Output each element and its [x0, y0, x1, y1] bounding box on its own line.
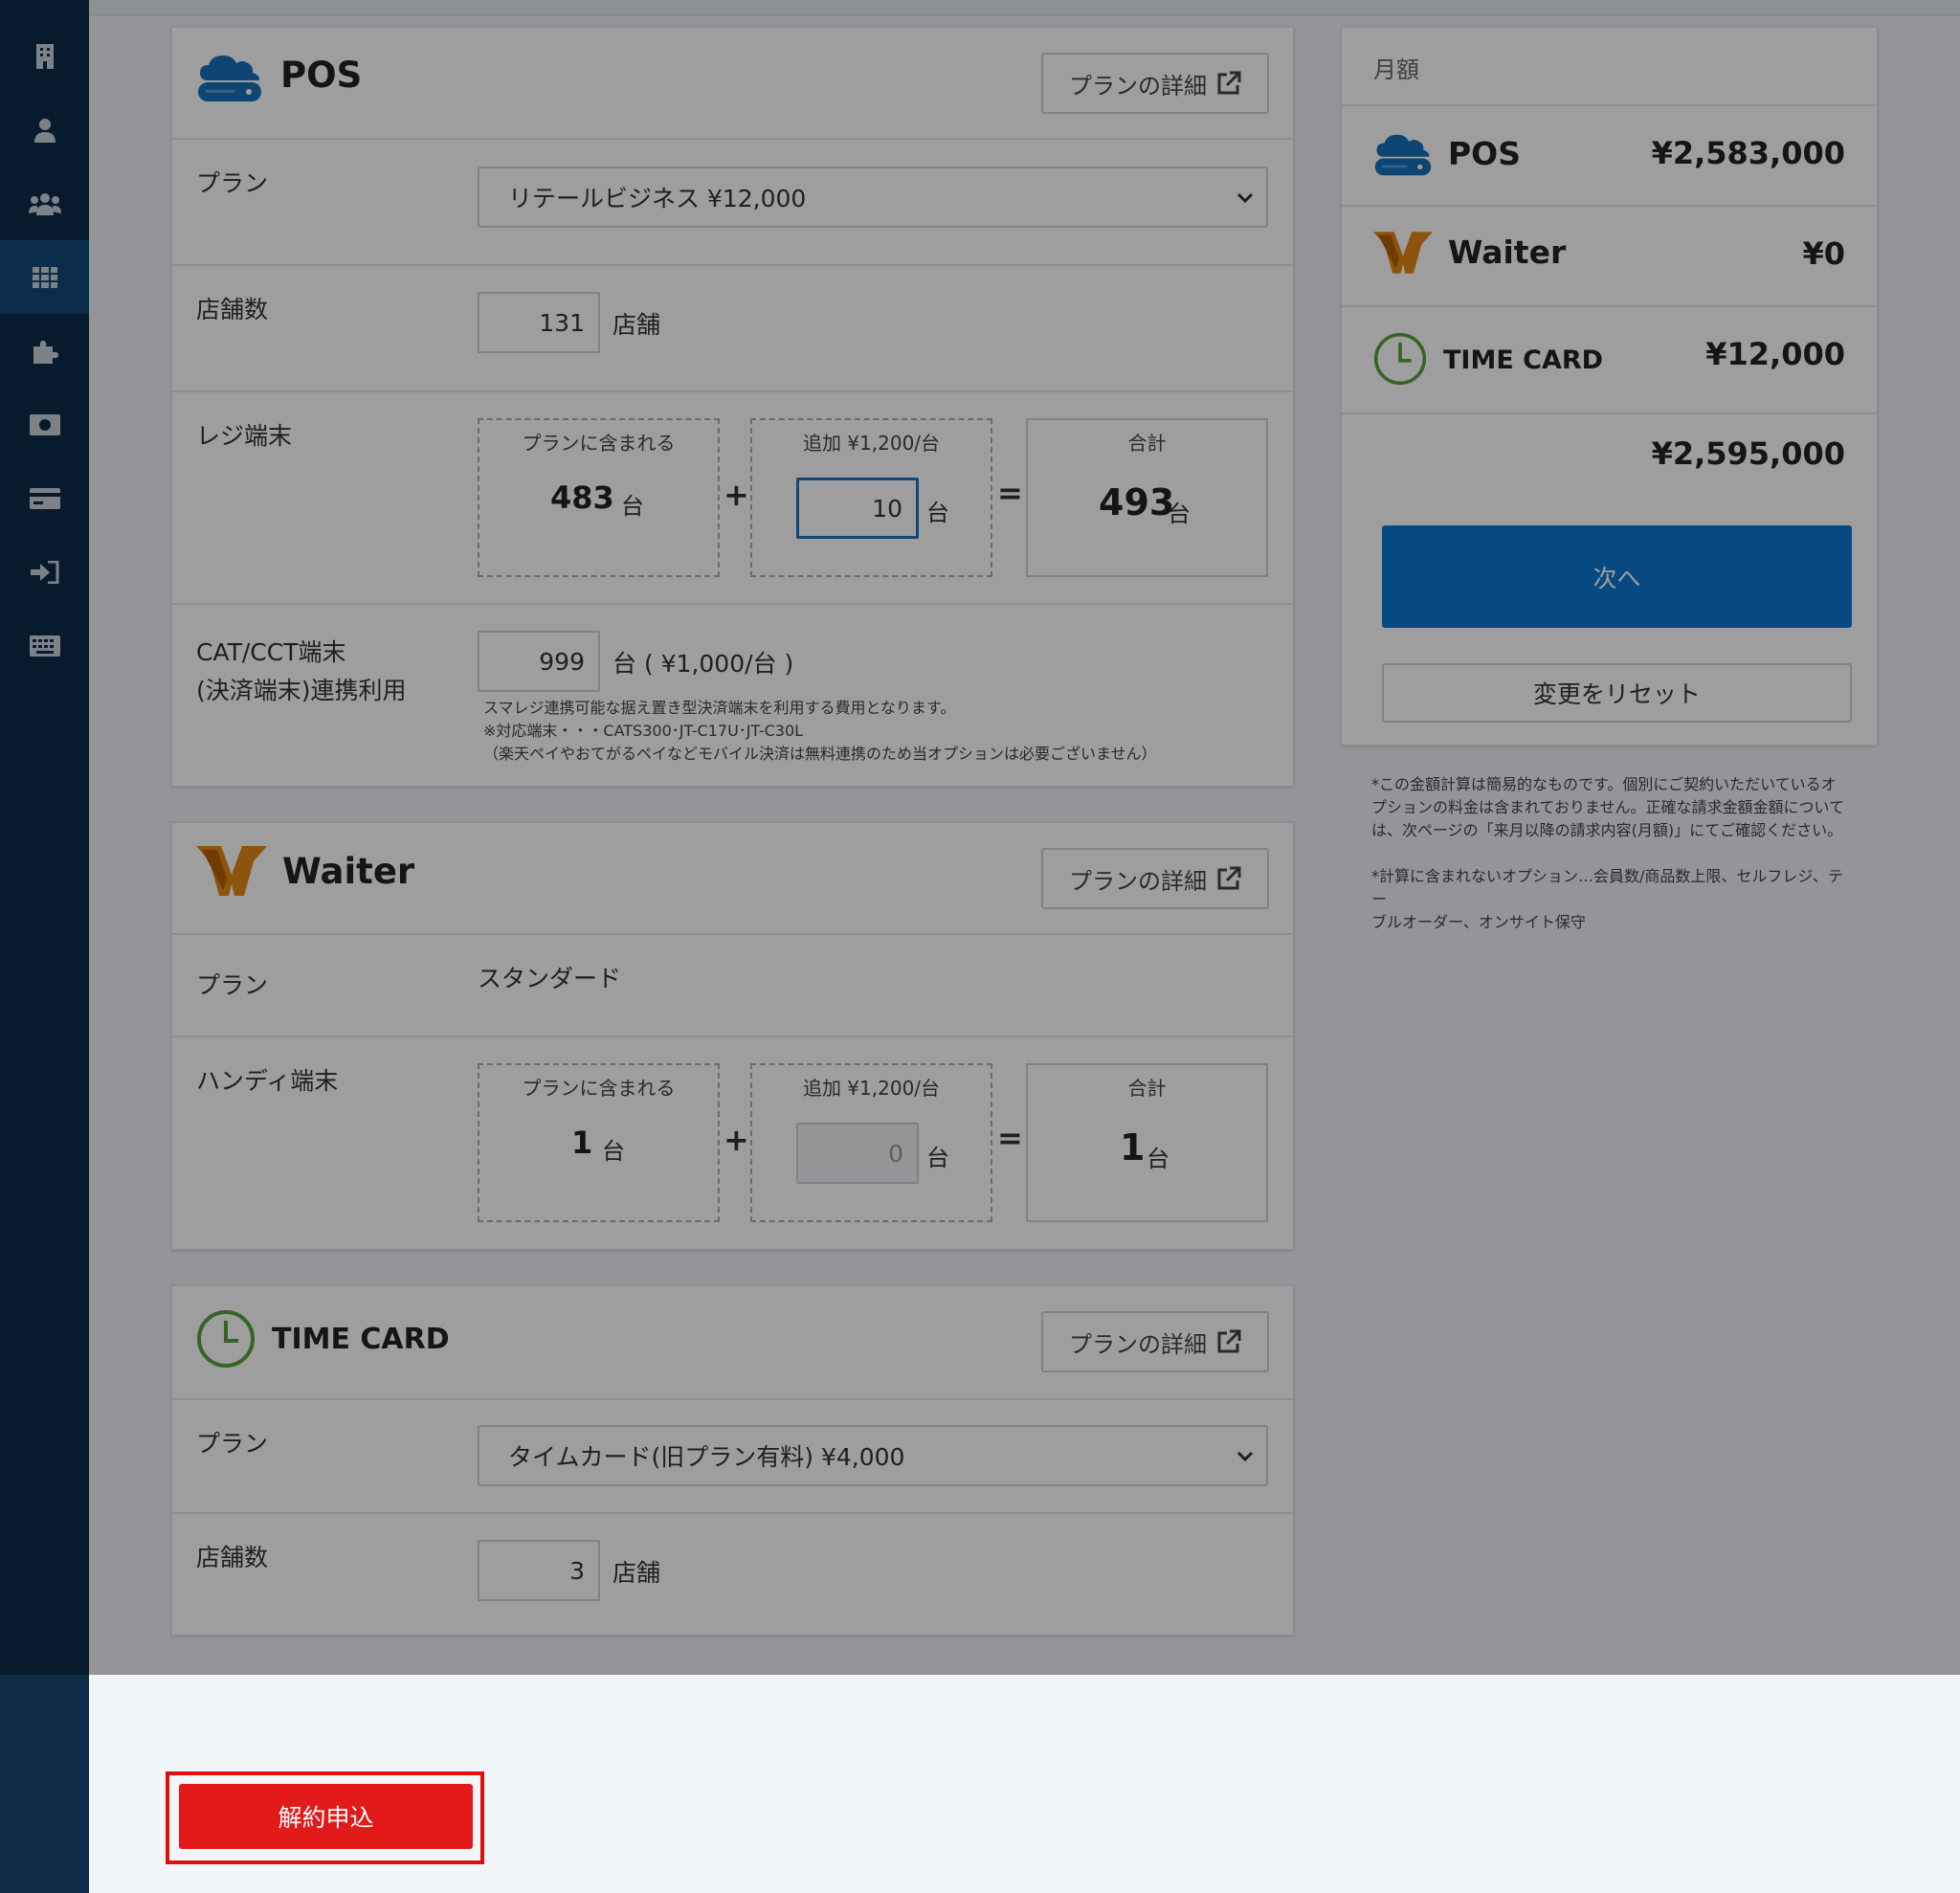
- external-link-icon: [1217, 1329, 1241, 1353]
- external-link-icon: [1217, 866, 1241, 890]
- users-icon[interactable]: [0, 167, 89, 240]
- pos-included-box: プランに含まれる 483 台: [478, 418, 720, 577]
- pos-cloud-icon: [1374, 134, 1432, 176]
- pos-stores-row: 店舗数 131 店舗: [172, 266, 1293, 392]
- waiter-plan-detail-button[interactable]: プランの詳細: [1041, 848, 1269, 909]
- summary-waiter-name: Waiter: [1448, 234, 1567, 271]
- grid-icon[interactable]: [0, 240, 89, 314]
- summary-header-row: 月額: [1342, 28, 1877, 106]
- summary-timecard-price: ¥12,000: [1705, 336, 1845, 372]
- pos-stores-unit: 店舗: [612, 311, 661, 339]
- waiter-total-value: 1: [1120, 1126, 1146, 1169]
- waiter-logo-icon: [1373, 232, 1433, 274]
- waiter-handy-label: ハンディ端末: [196, 1067, 339, 1095]
- sign-in-icon[interactable]: [0, 535, 89, 609]
- summary-note-1: *この金額計算は簡易的なものです。個別にご契約いただいているオ プションの料金は…: [1371, 775, 1845, 839]
- timecard-stores-label: 店舗数: [196, 1544, 269, 1571]
- waiter-included-value: 1: [571, 1125, 593, 1161]
- summary-total: ¥2,595,000: [1651, 435, 1845, 472]
- timecard-plan-row: プラン タイムカード(旧プラン有料) ¥4,000: [172, 1400, 1293, 1514]
- plus-sign: +: [724, 1122, 749, 1158]
- waiter-logo-icon: [196, 846, 267, 900]
- summary-pos-row: POS ¥2,583,000: [1342, 106, 1877, 207]
- summary-pos-name: POS: [1448, 135, 1522, 172]
- pos-plan-label: プラン: [196, 169, 269, 197]
- pos-card-header: POS プランの詳細: [172, 28, 1293, 140]
- pos-total-value: 493: [1099, 481, 1175, 523]
- waiter-title: Waiter: [282, 851, 415, 892]
- timecard-plan-select[interactable]: タイムカード(旧プラン有料) ¥4,000: [478, 1425, 1268, 1486]
- pos-stores-input[interactable]: 131: [478, 292, 600, 353]
- summary-pos-price: ¥2,583,000: [1651, 135, 1845, 171]
- pos-plan-detail-button[interactable]: プランの詳細: [1041, 53, 1269, 114]
- waiter-additional-box: 追加 ¥1,200/台 0 台: [750, 1063, 992, 1222]
- pos-register-row: レジ端末 プランに含まれる 483 台 + 追加 ¥1,200/台 10 台 =…: [172, 392, 1293, 605]
- waiter-included-box: プランに含まれる 1 台: [478, 1063, 720, 1222]
- plus-sign: +: [724, 477, 749, 513]
- waiter-plan-value: スタンダード: [478, 965, 622, 992]
- timecard-stores-row: 店舗数 3 店舗: [172, 1514, 1293, 1637]
- user-icon[interactable]: [0, 93, 89, 167]
- pos-cat-label: CAT/CCT端末 (決済端末)連携利用: [196, 638, 407, 704]
- timecard-card-header: TIME CARD プランの詳細: [172, 1286, 1293, 1400]
- timecard-title: TIME CARD: [272, 1323, 450, 1356]
- timecard-card: TIME CARD プランの詳細 プラン タイムカード(旧プラン有料) ¥4,0…: [171, 1285, 1294, 1636]
- cancel-contract-button[interactable]: 解約申込: [179, 1784, 473, 1849]
- pos-additional-box: 追加 ¥1,200/台 10 台: [750, 418, 992, 577]
- pos-plan-row: プラン リテールビジネス ¥12,000: [172, 140, 1293, 266]
- pos-cat-input[interactable]: 999: [478, 631, 600, 692]
- equals-sign: =: [997, 475, 1023, 511]
- waiter-plan-label: プラン: [196, 971, 269, 999]
- reset-button[interactable]: 変更をリセット: [1382, 663, 1852, 723]
- pos-additional-input[interactable]: 10: [796, 478, 919, 539]
- external-link-icon: [1217, 71, 1241, 95]
- chevron-down-icon: [1236, 192, 1254, 204]
- keyboard-icon[interactable]: [0, 609, 89, 682]
- pos-cat-row: CAT/CCT端末 (決済端末)連携利用 999 台 ( ¥1,000/台 ) …: [172, 605, 1293, 791]
- waiter-total-box: 合計 1 台: [1026, 1063, 1268, 1222]
- waiter-handy-row: ハンディ端末 プランに含まれる 1 台 + 追加 ¥1,200/台 0 台 = …: [172, 1037, 1293, 1248]
- building-icon[interactable]: [0, 19, 89, 93]
- waiter-card: Waiter プランの詳細 プラン スタンダード ハンディ端末 プランに含まれる…: [171, 822, 1294, 1250]
- summary-timecard-row: TIME CARD ¥12,000: [1342, 307, 1877, 414]
- pos-included-value: 483: [550, 479, 614, 516]
- summary-waiter-price: ¥0: [1802, 235, 1845, 272]
- summary-note-2: *計算に含まれないオプション…会員数/商品数上限、セルフレジ、テー ブルオーダー…: [1371, 867, 1843, 931]
- card-icon[interactable]: [0, 461, 89, 535]
- pos-plan-select[interactable]: リテールビジネス ¥12,000: [478, 167, 1268, 228]
- next-button[interactable]: 次へ: [1382, 525, 1852, 628]
- pos-title: POS: [280, 55, 363, 96]
- puzzle-icon[interactable]: [0, 314, 89, 388]
- sidebar: [0, 0, 89, 1893]
- waiter-plan-row: プラン スタンダード: [172, 935, 1293, 1037]
- waiter-card-header: Waiter プランの詳細: [172, 823, 1293, 935]
- waiter-additional-input[interactable]: 0: [796, 1123, 919, 1184]
- pos-cloud-icon: [196, 52, 263, 109]
- monthly-summary-panel: 月額 POS ¥2,583,000 Waiter ¥0 TIME CARD ¥1…: [1341, 27, 1878, 746]
- clock-icon: [196, 1309, 256, 1372]
- top-bar: [89, 0, 1960, 16]
- pos-register-label: レジ端末: [196, 422, 293, 450]
- timecard-stores-input[interactable]: 3: [478, 1540, 600, 1601]
- chevron-down-icon: [1236, 1451, 1254, 1462]
- pos-cat-note: スマレジ連携可能な据え置き型決済端末を利用する費用となります。 ※対応端末・・・…: [483, 699, 1157, 763]
- equals-sign: =: [997, 1120, 1023, 1156]
- pos-stores-label: 店舗数: [196, 296, 269, 323]
- summary-waiter-row: Waiter ¥0: [1342, 207, 1877, 307]
- clock-icon: [1373, 332, 1427, 386]
- summary-header: 月額: [1373, 56, 1419, 83]
- pos-cat-unit: 台 ( ¥1,000/台 ): [612, 650, 794, 678]
- money-icon[interactable]: [0, 388, 89, 461]
- timecard-plan-detail-button[interactable]: プランの詳細: [1041, 1311, 1269, 1372]
- timecard-plan-label: プラン: [196, 1430, 269, 1458]
- pos-total-box: 合計 493 台: [1026, 418, 1268, 577]
- pos-card: POS プランの詳細 プラン リテールビジネス ¥12,000 店舗数 131 …: [171, 27, 1294, 787]
- summary-timecard-name: TIME CARD: [1443, 345, 1604, 375]
- timecard-stores-unit: 店舗: [612, 1559, 661, 1587]
